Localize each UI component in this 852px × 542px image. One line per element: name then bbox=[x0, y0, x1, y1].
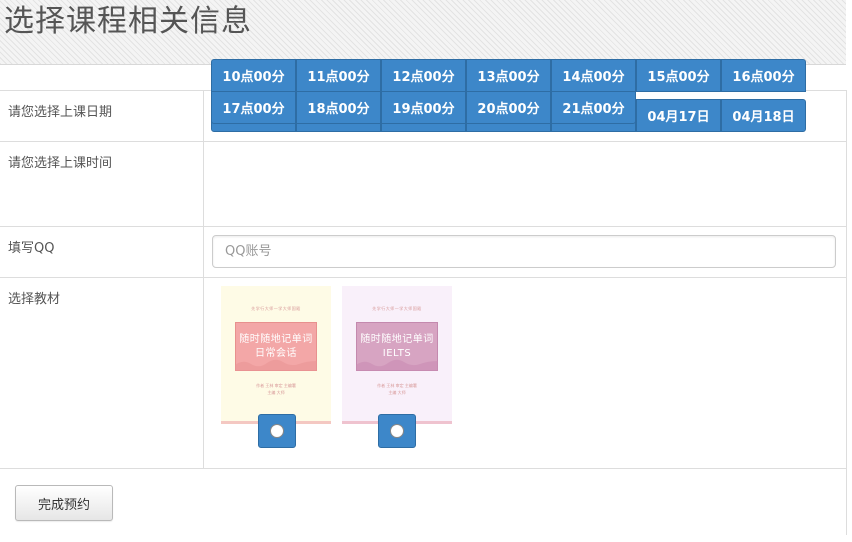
time-label: 请您选择上课时间 bbox=[8, 156, 113, 171]
page-title: 选择课程相关信息 bbox=[4, 4, 252, 39]
time-row: 请您选择上课时间 bbox=[0, 142, 846, 227]
book-credit: 作者 王林 审定 主编署 bbox=[256, 383, 296, 388]
column-divider bbox=[203, 227, 204, 277]
book-row: 选择教材 先学行大师一学大师国殿 随时随地记单词 日常会话 作者 王林 审定 主… bbox=[0, 278, 846, 469]
time-option-button[interactable]: 11点00分 bbox=[296, 59, 381, 92]
column-divider bbox=[203, 91, 204, 141]
wave-decoration-icon bbox=[235, 359, 317, 371]
book-cover-daily-conversation: 先学行大师一学大师国殿 随时随地记单词 日常会话 作者 王林 审定 主编署 主编… bbox=[221, 286, 331, 424]
time-option-button[interactable]: 13点00分 bbox=[466, 59, 551, 92]
radio-dot-icon bbox=[390, 424, 404, 438]
time-button-group: 10点00分 11点00分 12点00分 13点00分 14点00分 15点00分 16点0… bbox=[211, 59, 808, 124]
book-title: 随时随地记单词 bbox=[239, 333, 313, 345]
time-option-button[interactable]: 12点00分 bbox=[381, 59, 466, 92]
book-radio-button-1[interactable] bbox=[258, 414, 296, 448]
book-credit: 作者 王林 审定 主编署 bbox=[377, 383, 417, 388]
page-header: 选择课程相关信息 bbox=[0, 0, 846, 65]
booking-form: 请您选择上课日期 04月12日04月13日04月14日04月15日04月16日0… bbox=[0, 90, 847, 535]
column-divider bbox=[203, 278, 204, 468]
time-option-button[interactable]: 16点00分 bbox=[721, 59, 806, 92]
qq-input[interactable] bbox=[212, 235, 836, 268]
qq-label: 填写QQ bbox=[8, 241, 55, 256]
time-option-button[interactable]: 19点00分 bbox=[381, 91, 466, 124]
book-radio-button-2[interactable] bbox=[378, 414, 416, 448]
column-divider bbox=[203, 142, 204, 226]
wave-decoration-icon bbox=[356, 359, 438, 371]
time-option-button[interactable]: 14点00分 bbox=[551, 59, 636, 92]
complete-booking-button[interactable]: 完成预约 bbox=[15, 485, 113, 521]
book-cover-ielts: 先学行大师一学大师国殿 随时随地记单词 IELTS 作者 王林 审定 主编署 主… bbox=[342, 286, 452, 424]
book-top-text: 先学行大师一学大师国殿 bbox=[251, 306, 301, 311]
time-option-button[interactable]: 15点00分 bbox=[636, 59, 721, 92]
time-option-button[interactable]: 10点00分 bbox=[211, 59, 296, 92]
date-label: 请您选择上课日期 bbox=[8, 105, 113, 120]
book-title: 随时随地记单词 bbox=[360, 333, 434, 345]
time-option-button[interactable]: 20点00分 bbox=[466, 91, 551, 124]
book-top-text: 先学行大师一学大师国殿 bbox=[372, 306, 422, 311]
time-option-button[interactable]: 21点00分 bbox=[551, 91, 636, 124]
qq-row: 填写QQ bbox=[0, 227, 846, 278]
book-credit: 主编 大师 bbox=[267, 390, 285, 395]
time-option-button[interactable]: 17点00分 bbox=[211, 91, 296, 124]
time-option-button[interactable]: 18点00分 bbox=[296, 91, 381, 124]
book-label: 选择教材 bbox=[8, 292, 61, 307]
radio-dot-icon bbox=[270, 424, 284, 438]
book-credit: 主编 大师 bbox=[388, 390, 406, 395]
submit-row: 完成预约 bbox=[0, 469, 846, 535]
